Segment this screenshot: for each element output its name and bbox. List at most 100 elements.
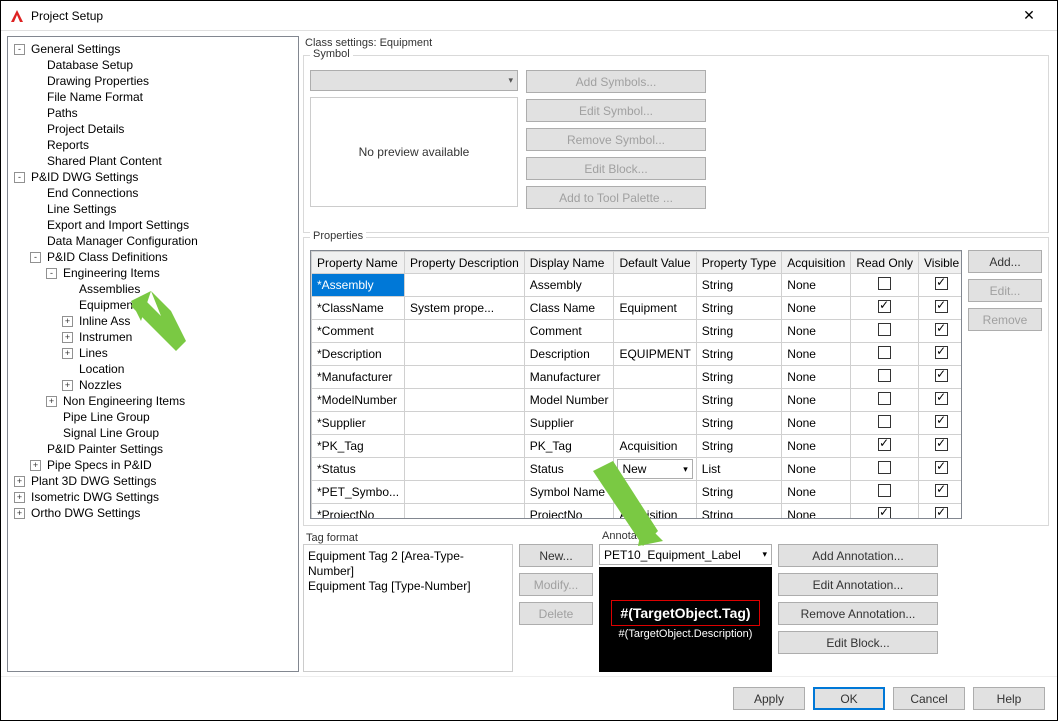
annotation-action-button[interactable]: Remove Annotation... — [778, 602, 938, 625]
grid-cell[interactable] — [405, 274, 525, 297]
grid-cell[interactable]: String — [696, 412, 781, 435]
grid-cell[interactable]: *ClassName — [312, 297, 405, 320]
grid-cell[interactable]: String — [696, 504, 781, 520]
grid-cell[interactable]: *Description — [312, 343, 405, 366]
grid-cell[interactable]: EQUIPMENT — [614, 343, 696, 366]
tree-node[interactable]: -P&ID Class Definitions — [8, 249, 298, 265]
table-row[interactable]: *PK_TagPK_TagAcquisitionStringNone — [312, 435, 962, 458]
grid-cell[interactable] — [405, 435, 525, 458]
grid-header[interactable]: Acquisition — [782, 252, 851, 274]
help-button[interactable]: Help — [973, 687, 1045, 710]
checkbox[interactable] — [935, 461, 948, 474]
grid-cell[interactable] — [405, 343, 525, 366]
table-row[interactable]: *ClassNameSystem prope...Class NameEquip… — [312, 297, 962, 320]
grid-header[interactable]: Read Only — [851, 252, 919, 274]
grid-cell[interactable] — [614, 481, 696, 504]
grid-cell[interactable]: None — [782, 435, 851, 458]
tree-node[interactable]: End Connections — [8, 185, 298, 201]
add-property-button[interactable]: Add... — [968, 250, 1042, 273]
new-tag-button[interactable]: New... — [519, 544, 593, 567]
grid-cell[interactable]: None — [782, 412, 851, 435]
table-row[interactable]: *PET_Symbo...Symbol NameStringNone — [312, 481, 962, 504]
tree-node[interactable]: +Isometric DWG Settings — [8, 489, 298, 505]
status-combo[interactable]: New▾ — [617, 459, 692, 479]
checkbox[interactable] — [935, 392, 948, 405]
grid-cell[interactable]: None — [782, 274, 851, 297]
grid-cell[interactable] — [614, 320, 696, 343]
symbol-action-button[interactable]: Add Symbols... — [526, 70, 706, 93]
grid-cell[interactable] — [405, 412, 525, 435]
tree-node[interactable]: +Plant 3D DWG Settings — [8, 473, 298, 489]
tree-node[interactable]: Location — [8, 361, 298, 377]
collapse-icon[interactable]: - — [14, 44, 25, 55]
tree-node[interactable]: +Pipe Specs in P&ID — [8, 457, 298, 473]
tree-node[interactable]: Assemblies — [8, 281, 298, 297]
grid-cell[interactable]: List — [696, 458, 781, 481]
grid-cell[interactable]: *Supplier — [312, 412, 405, 435]
table-row[interactable]: *DescriptionDescriptionEQUIPMENTStringNo… — [312, 343, 962, 366]
delete-tag-button[interactable]: Delete — [519, 602, 593, 625]
table-row[interactable]: *StatusStatusNew▾ListNone — [312, 458, 962, 481]
grid-cell[interactable]: String — [696, 297, 781, 320]
tree-node[interactable]: +Inline Ass — [8, 313, 298, 329]
checkbox[interactable] — [878, 438, 891, 451]
table-row[interactable]: *ModelNumberModel NumberStringNone — [312, 389, 962, 412]
grid-cell[interactable]: *Manufacturer — [312, 366, 405, 389]
tree-node[interactable]: +Non Engineering Items — [8, 393, 298, 409]
tree-node[interactable]: +Ortho DWG Settings — [8, 505, 298, 521]
checkbox[interactable] — [935, 507, 948, 519]
tree-node[interactable]: File Name Format — [8, 89, 298, 105]
table-row[interactable]: *ProjectNoProjectNoAcquisitionStringNone — [312, 504, 962, 520]
grid-cell[interactable]: New▾ — [614, 458, 696, 481]
grid-cell[interactable] — [614, 274, 696, 297]
grid-cell[interactable]: None — [782, 389, 851, 412]
checkbox[interactable] — [878, 323, 891, 336]
grid-cell[interactable]: String — [696, 320, 781, 343]
grid-cell[interactable]: Acquisition — [614, 504, 696, 520]
checkbox[interactable] — [878, 392, 891, 405]
checkbox[interactable] — [878, 369, 891, 382]
tree-node[interactable]: +Instrumen — [8, 329, 298, 345]
grid-cell[interactable]: *PK_Tag — [312, 435, 405, 458]
remove-property-button[interactable]: Remove — [968, 308, 1042, 331]
tree-node[interactable]: -P&ID DWG Settings — [8, 169, 298, 185]
edit-property-button[interactable]: Edit... — [968, 279, 1042, 302]
collapse-icon[interactable]: - — [46, 268, 57, 279]
grid-cell[interactable]: String — [696, 389, 781, 412]
grid-cell[interactable] — [614, 366, 696, 389]
grid-cell[interactable]: Comment — [524, 320, 614, 343]
grid-cell[interactable] — [405, 481, 525, 504]
grid-cell[interactable]: None — [782, 320, 851, 343]
grid-cell[interactable]: String — [696, 366, 781, 389]
grid-cell[interactable]: String — [696, 274, 781, 297]
checkbox[interactable] — [878, 461, 891, 474]
checkbox[interactable] — [878, 484, 891, 497]
grid-cell[interactable]: Class Name — [524, 297, 614, 320]
grid-cell[interactable]: Description — [524, 343, 614, 366]
grid-cell[interactable]: Acquisition — [614, 435, 696, 458]
tree-node[interactable]: Project Details — [8, 121, 298, 137]
grid-cell[interactable]: Status — [524, 458, 614, 481]
grid-cell[interactable]: Supplier — [524, 412, 614, 435]
expand-icon[interactable]: + — [62, 332, 73, 343]
tree-node[interactable]: +Lines — [8, 345, 298, 361]
grid-cell[interactable]: None — [782, 481, 851, 504]
tree-node[interactable]: Export and Import Settings — [8, 217, 298, 233]
expand-icon[interactable]: + — [62, 316, 73, 327]
tree-node[interactable]: P&ID Painter Settings — [8, 441, 298, 457]
expand-icon[interactable]: + — [46, 396, 57, 407]
navigation-tree[interactable]: -General SettingsDatabase SetupDrawing P… — [7, 36, 299, 672]
expand-icon[interactable]: + — [14, 476, 25, 487]
tag-format-list[interactable]: Equipment Tag 2 [Area-Type-Number] Equip… — [303, 544, 513, 672]
checkbox[interactable] — [935, 277, 948, 290]
grid-cell[interactable]: None — [782, 504, 851, 520]
grid-cell[interactable]: System prope... — [405, 297, 525, 320]
grid-cell[interactable]: None — [782, 366, 851, 389]
grid-header[interactable]: Property Type — [696, 252, 781, 274]
grid-cell[interactable] — [405, 504, 525, 520]
checkbox[interactable] — [878, 415, 891, 428]
annotation-dropdown[interactable]: PET10_Equipment_Label ▾ — [599, 544, 772, 565]
checkbox[interactable] — [935, 323, 948, 336]
grid-cell[interactable]: Model Number — [524, 389, 614, 412]
tree-node[interactable]: Line Settings — [8, 201, 298, 217]
